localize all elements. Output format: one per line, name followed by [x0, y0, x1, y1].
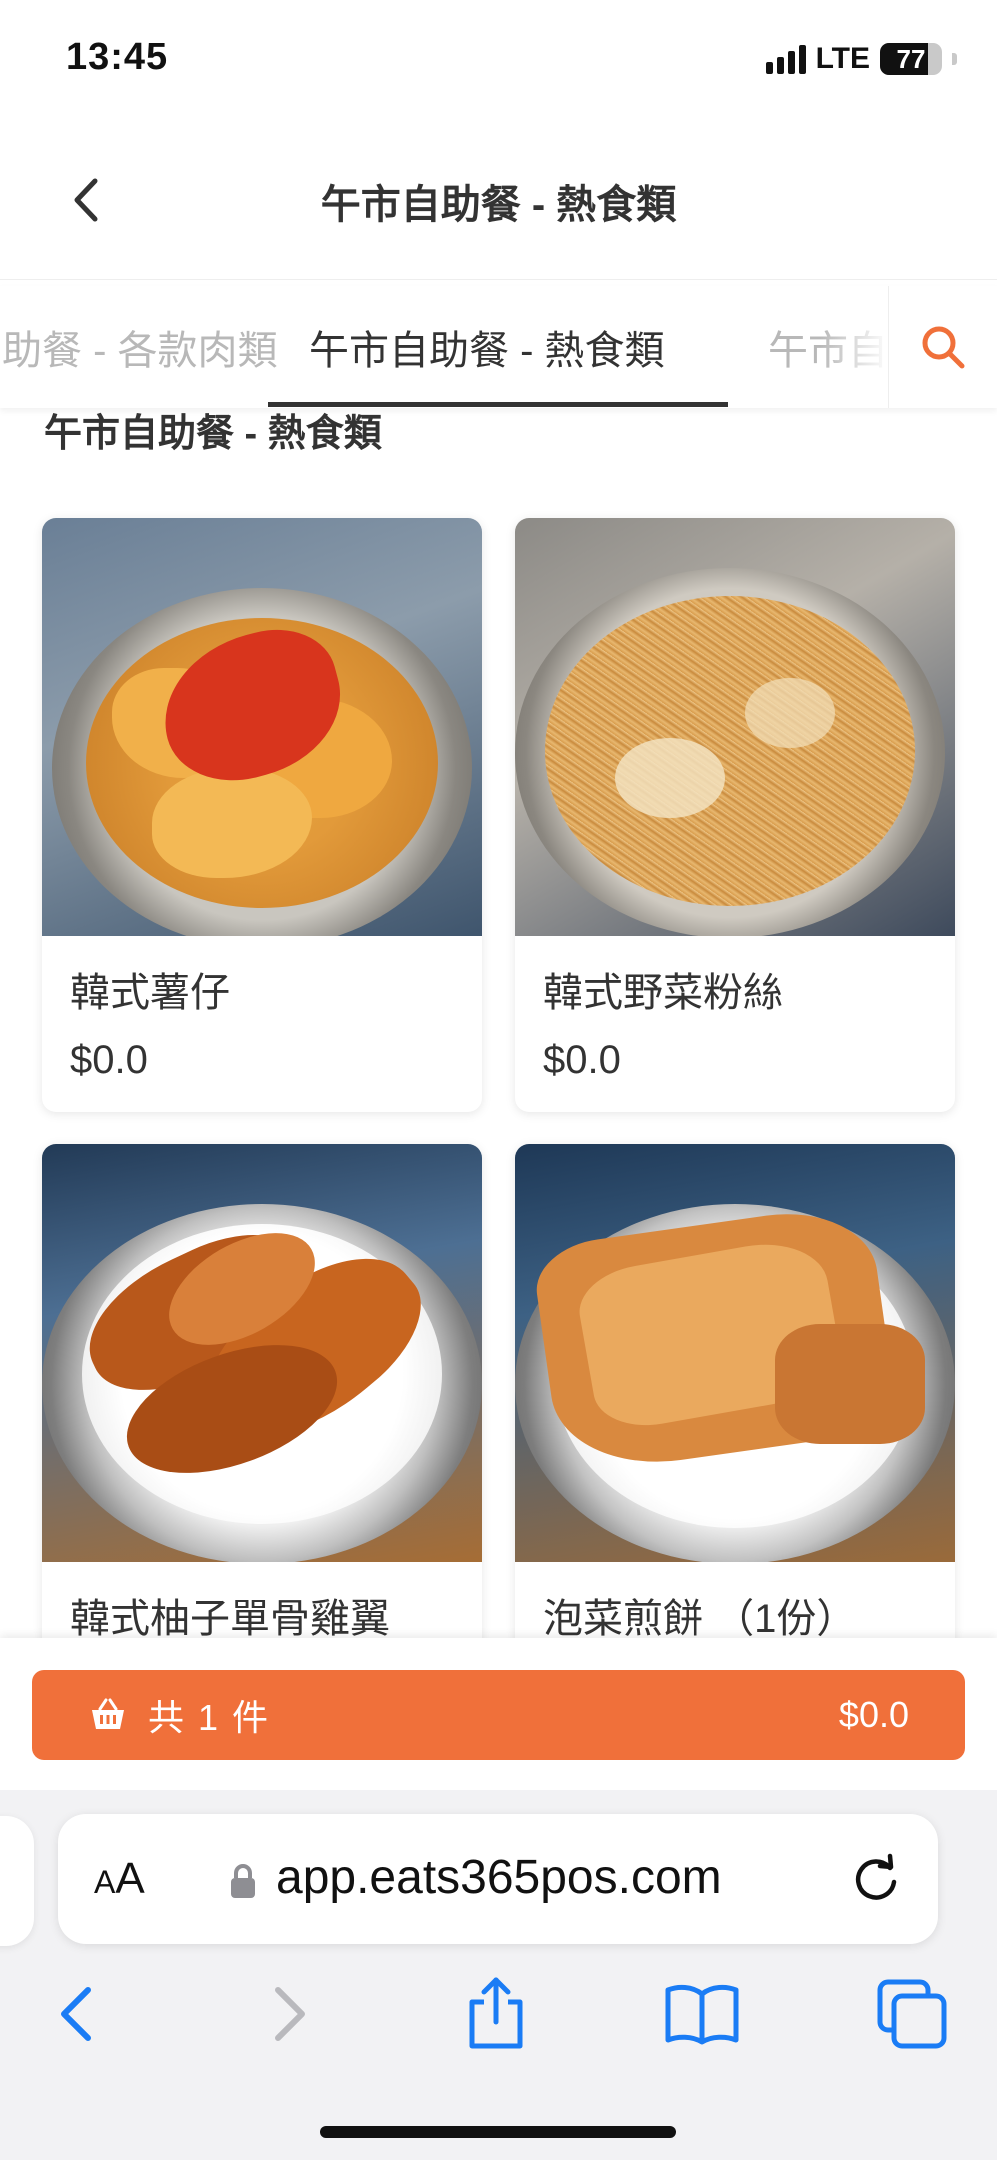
product-image [515, 518, 955, 936]
bookmarks-button[interactable] [662, 1974, 742, 2054]
chevron-left-icon [61, 1987, 91, 2041]
book-icon [665, 1984, 739, 2045]
lock-icon [231, 1864, 255, 1898]
product-name: 韓式薯仔 [70, 971, 230, 1015]
view-cart-button[interactable]: 共 1 件 $0.0 [32, 1670, 965, 1760]
search-icon [922, 326, 965, 369]
reload-icon[interactable] [850, 1852, 904, 1906]
product-card[interactable]: 韓式薯仔 $0.0 [42, 518, 482, 1112]
search-button[interactable] [888, 286, 997, 408]
browser-back-button[interactable] [36, 1974, 116, 2054]
product-image [42, 518, 482, 936]
status-indicators: LTE 77 [765, 42, 957, 76]
page-title: 午市自助餐 - 熱食類 [320, 183, 677, 227]
chevron-right-icon [275, 1987, 305, 2041]
page-header: 午市自助餐 - 熱食類 [0, 130, 997, 280]
browser-chrome: AA app.eats365pos.com [0, 1790, 997, 2160]
product-name: 泡菜煎餅 （1份） [543, 1597, 857, 1641]
tab-fade [820, 286, 890, 408]
home-indicator [320, 2126, 676, 2138]
product-name: 韓式野菜粉絲 [543, 971, 783, 1015]
battery-cap [952, 53, 957, 65]
url-text: app.eats365pos.com [276, 1851, 722, 1904]
tab-hot-food[interactable]: 午市自助餐 - 熱食類 [309, 318, 665, 376]
product-image [515, 1144, 955, 1562]
signal-icon [765, 44, 806, 74]
share-button[interactable] [456, 1974, 536, 2054]
share-icon [469, 1977, 523, 2049]
previous-tab-preview[interactable] [0, 1816, 34, 1946]
battery-level: 77 [896, 44, 926, 74]
battery-icon: 77 [880, 43, 942, 75]
product-name: 韓式柚子單骨雞翼 [70, 1597, 390, 1641]
category-tabs: 午市自助餐 - 各款肉類 午市自助餐 - 熱食類 午市自助餐 [0, 286, 997, 408]
product-card[interactable]: 韓式柚子單骨雞翼 [42, 1144, 482, 1664]
product-image [42, 1144, 482, 1562]
cart-footer: 共 1 件 $0.0 [0, 1638, 997, 1790]
status-time: 13:45 [66, 36, 169, 78]
network-type: LTE [815, 42, 870, 75]
browser-forward-button[interactable] [250, 1974, 330, 2054]
cart-item-count: 共 1 件 [148, 1697, 271, 1738]
cart-total: $0.0 [838, 1694, 909, 1735]
product-price: $0.0 [70, 1038, 148, 1082]
product-card[interactable]: 泡菜煎餅 （1份） [515, 1144, 955, 1664]
basket-icon [92, 1698, 124, 1729]
tab-meat[interactable]: 午市自助餐 - 各款肉類 [0, 318, 278, 376]
page-settings-button[interactable]: AA [94, 1854, 145, 1904]
address-bar[interactable]: AA app.eats365pos.com [58, 1814, 938, 1944]
product-price: $0.0 [543, 1038, 621, 1082]
tabs-button[interactable] [872, 1974, 952, 2054]
product-card[interactable]: 韓式野菜粉絲 $0.0 [515, 518, 955, 1112]
status-bar: 13:45 LTE 77 [0, 0, 997, 120]
section-title: 午市自助餐 - 熱食類 [44, 413, 382, 455]
tabs-icon [877, 1979, 947, 2049]
